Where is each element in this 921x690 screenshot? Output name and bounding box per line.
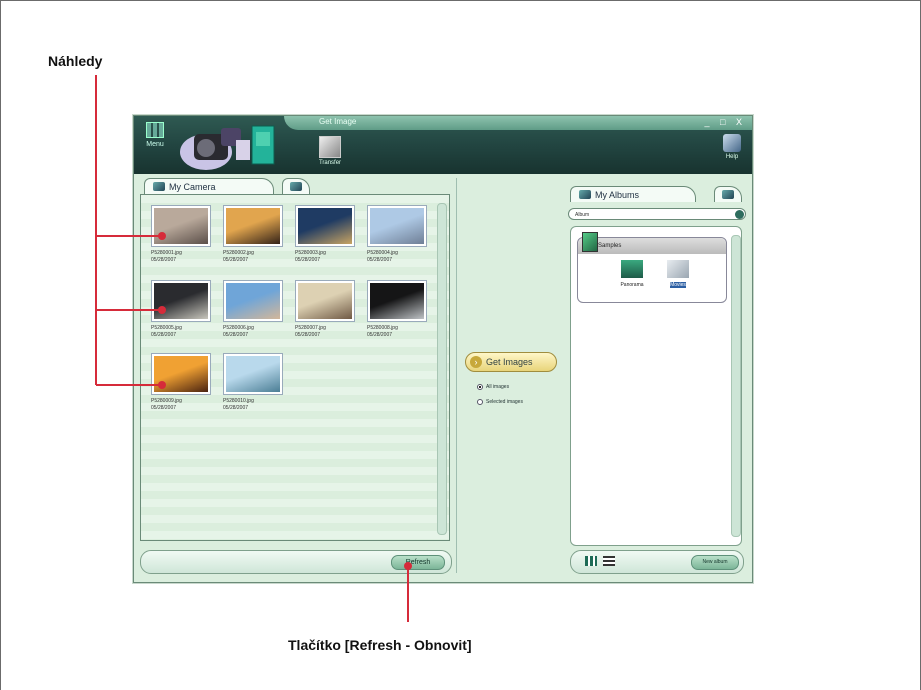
callout-lines xyxy=(95,75,412,622)
callout-dot xyxy=(158,306,166,314)
callout-dot xyxy=(158,232,166,240)
callout-dot xyxy=(404,562,412,570)
callout-dot xyxy=(158,381,166,389)
